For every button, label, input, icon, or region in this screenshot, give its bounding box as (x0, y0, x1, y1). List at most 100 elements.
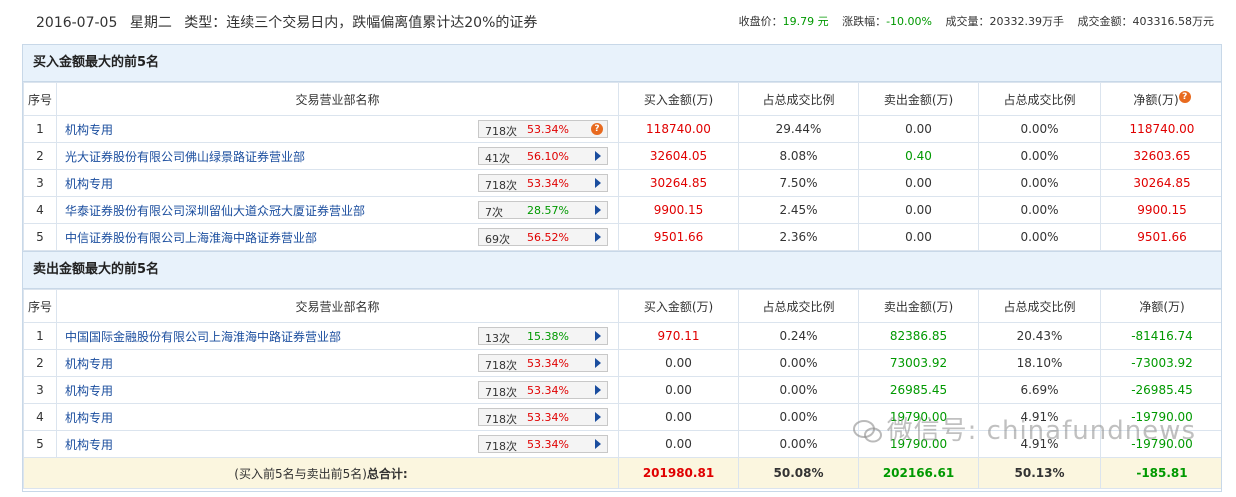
row-index: 2 (23, 142, 57, 170)
dept-name-link[interactable]: 机构专用 (65, 357, 113, 371)
change-label: 涨跌幅： (842, 15, 887, 28)
type-text: 连续三个交易日内，跌幅偏离值累计达20%的证券 (226, 15, 538, 31)
arrow-right-icon[interactable] (595, 412, 601, 422)
table-row: 2 机构专用 718次 53.34% 0.00 0.00% 73003.92 18.10% -7… (23, 349, 1221, 377)
total-buy-ratio: 50.08% (738, 457, 859, 489)
net-amount: 32603.65 (1100, 142, 1221, 170)
dept-name-link[interactable]: 机构专用 (65, 177, 113, 191)
arrow-right-icon[interactable] (595, 331, 601, 341)
arrow-right-icon[interactable] (595, 232, 601, 242)
buy-ratio: 8.08% (738, 142, 859, 170)
buy-amount: 118740.00 (618, 115, 739, 143)
buy-ratio: 0.00% (738, 403, 859, 431)
dept-trade-count: 69次 (485, 233, 510, 246)
sell-amount: 26985.45 (858, 376, 979, 404)
dept-cell: 机构专用 718次 53.34%? (56, 115, 619, 143)
sell-amount: 19790.00 (858, 403, 979, 431)
col-net: 净额(万) (1100, 289, 1221, 323)
col-sell: 卖出金额(万) (858, 82, 979, 116)
volume-label: 成交量： (945, 15, 990, 28)
table-row: 2 光大证券股份有限公司佛山绿景路证券营业部 41次 56.10% 32604.05 8.… (23, 142, 1221, 170)
dept-stats-button[interactable]: 718次 53.34% (478, 408, 608, 426)
dept-stats-button[interactable]: 7次 28.57% (478, 201, 608, 219)
total-label-prefix: (买入前5名与卖出前5名) (234, 466, 367, 481)
dept-name-link[interactable]: 机构专用 (65, 123, 113, 137)
help-icon[interactable]: ? (591, 123, 603, 135)
net-amount: -19790.00 (1100, 430, 1221, 458)
buy-amount: 970.11 (618, 322, 739, 350)
trade-date: 2016-07-05 (36, 15, 118, 31)
dept-trade-count: 718次 (485, 125, 517, 138)
sell-table-header: 序号 交易营业部名称 买入金额(万) 占总成交比例 卖出金额(万) 占总成交比例… (23, 289, 1221, 323)
dept-stats-button[interactable]: 718次 53.34% (478, 354, 608, 372)
buy-amount: 0.00 (618, 376, 739, 404)
dept-cell: 机构专用 718次 53.34% (56, 403, 619, 431)
buy-ratio: 0.00% (738, 349, 859, 377)
col-buy-ratio: 占总成交比例 (738, 82, 859, 116)
amount-value: 403316.58万元 (1132, 15, 1215, 28)
table-row: 4 华泰证券股份有限公司深圳留仙大道众冠大厦证券营业部 7次 28.57% 9900.1… (23, 196, 1221, 224)
arrow-right-icon[interactable] (595, 205, 601, 215)
table-row: 3 机构专用 718次 53.34% 0.00 0.00% 26985.45 6.69% -26… (23, 376, 1221, 404)
dept-trade-count: 41次 (485, 152, 510, 165)
col-sell-ratio: 占总成交比例 (978, 289, 1101, 323)
dept-stats-button[interactable]: 13次 15.38% (478, 327, 608, 345)
sell-amount: 0.00 (858, 169, 979, 197)
dept-stats-button[interactable]: 718次 53.34% (478, 381, 608, 399)
dept-win-rate: 53.34% (527, 357, 569, 370)
buy-amount: 30264.85 (618, 169, 739, 197)
dept-stats-button[interactable]: 41次 56.10% (478, 147, 608, 165)
change-value: -10.00% (886, 15, 932, 28)
dept-name-link[interactable]: 机构专用 (65, 384, 113, 398)
sell-ratio: 20.43% (978, 322, 1101, 350)
arrow-right-icon[interactable] (595, 178, 601, 188)
net-amount: -26985.45 (1100, 376, 1221, 404)
arrow-right-icon[interactable] (595, 439, 601, 449)
dept-stats-button[interactable]: 718次 53.34% (478, 174, 608, 192)
dept-cell: 机构专用 718次 53.34% (56, 169, 619, 197)
dept-win-rate: 53.34% (527, 438, 569, 451)
col-sell-ratio: 占总成交比例 (978, 82, 1101, 116)
table-row: 4 机构专用 718次 53.34% 0.00 0.00% 19790.00 4.91% -19… (23, 403, 1221, 431)
arrow-right-icon[interactable] (595, 151, 601, 161)
dept-name-link[interactable]: 机构专用 (65, 411, 113, 425)
dept-name-link[interactable]: 中信证券股份有限公司上海淮海中路证券营业部 (65, 231, 317, 245)
close-value: 19.79 元 (782, 15, 829, 28)
page-header: 2016-07-05 星期二 类型：连续三个交易日内，跌幅偏离值累计达20%的证… (0, 0, 1236, 42)
help-icon[interactable]: ? (1178, 90, 1191, 103)
dept-name-link[interactable]: 机构专用 (65, 438, 113, 452)
close-label: 收盘价： (738, 15, 783, 28)
dept-win-rate: 15.38% (527, 330, 569, 343)
dept-name-link[interactable]: 华泰证券股份有限公司深圳留仙大道众冠大厦证券营业部 (65, 204, 365, 218)
net-amount: -19790.00 (1100, 403, 1221, 431)
buy-amount: 0.00 (618, 403, 739, 431)
dept-cell: 华泰证券股份有限公司深圳留仙大道众冠大厦证券营业部 7次 28.57% (56, 196, 619, 224)
dept-stats-button[interactable]: 718次 53.34% (478, 435, 608, 453)
dept-name-link[interactable]: 光大证券股份有限公司佛山绿景路证券营业部 (65, 150, 305, 164)
total-label: (买入前5名与卖出前5名)总合计: (23, 457, 619, 489)
dept-stats-button[interactable]: 718次 53.34%? (478, 120, 608, 138)
net-amount: -73003.92 (1100, 349, 1221, 377)
col-buy: 买入金额(万) (618, 82, 739, 116)
col-idx: 序号 (23, 82, 57, 116)
buy-ratio: 2.36% (738, 223, 859, 251)
arrow-right-icon[interactable] (595, 385, 601, 395)
buy-table-header: 序号 交易营业部名称 买入金额(万) 占总成交比例 卖出金额(万) 占总成交比例… (23, 82, 1221, 116)
arrow-right-icon[interactable] (595, 358, 601, 368)
total-sell: 202166.61 (858, 457, 979, 489)
buy-table: 序号 交易营业部名称 买入金额(万) 占总成交比例 卖出金额(万) 占总成交比例… (23, 82, 1221, 251)
sell-amount: 0.00 (858, 115, 979, 143)
sell-ratio: 4.91% (978, 430, 1101, 458)
row-index: 5 (23, 430, 57, 458)
col-buy-ratio: 占总成交比例 (738, 289, 859, 323)
dept-win-rate: 53.34% (527, 384, 569, 397)
col-dept: 交易营业部名称 (56, 82, 619, 116)
dragon-tiger-table: 买入金额最大的前5名 序号 交易营业部名称 买入金额(万) 占总成交比例 卖出金… (22, 44, 1222, 492)
dept-name-link[interactable]: 中国国际金融股份有限公司上海淮海中路证券营业部 (65, 330, 341, 344)
sell-amount: 0.40 (858, 142, 979, 170)
dept-trade-count: 13次 (485, 332, 510, 345)
dept-stats-button[interactable]: 69次 56.52% (478, 228, 608, 246)
table-row: 5 机构专用 718次 53.34% 0.00 0.00% 19790.00 4.91% -19… (23, 430, 1221, 458)
dept-trade-count: 718次 (485, 359, 517, 372)
sell-ratio: 6.69% (978, 376, 1101, 404)
